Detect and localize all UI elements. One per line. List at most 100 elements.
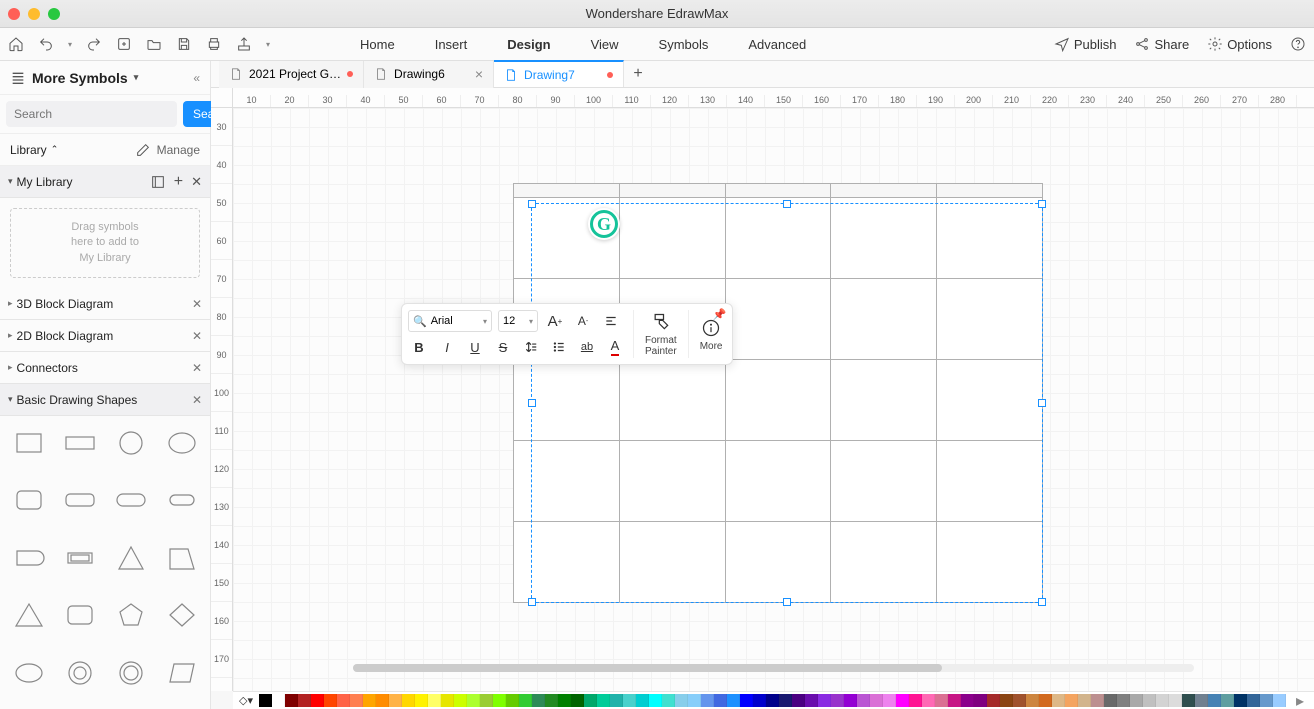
color-swatch[interactable] — [441, 694, 454, 707]
color-swatch[interactable] — [1247, 694, 1260, 707]
color-swatch[interactable] — [1078, 694, 1091, 707]
color-swatch[interactable] — [597, 694, 610, 707]
color-swatch[interactable] — [948, 694, 961, 707]
category-my-library[interactable]: My Library + ✕ — [0, 166, 210, 198]
save-icon[interactable] — [176, 36, 192, 52]
horizontal-scrollbar[interactable] — [353, 664, 1194, 672]
print-icon[interactable] — [206, 36, 222, 52]
options-button[interactable]: Options — [1207, 36, 1272, 52]
share-button[interactable]: Share — [1134, 36, 1189, 52]
color-swatch[interactable] — [1208, 694, 1221, 707]
add-icon[interactable]: + — [174, 173, 183, 191]
close-icon[interactable]: ✕ — [191, 174, 202, 190]
increase-font-icon[interactable]: A+ — [544, 310, 566, 332]
resize-handle-sw[interactable] — [528, 598, 536, 606]
category-3d-block-diagram[interactable]: 3D Block Diagram✕ — [0, 288, 210, 320]
color-swatch[interactable] — [1260, 694, 1273, 707]
color-swatch[interactable] — [454, 694, 467, 707]
shape-6[interactable] — [108, 481, 153, 519]
color-swatch[interactable] — [1130, 694, 1143, 707]
category-2d-block-diagram[interactable]: 2D Block Diagram✕ — [0, 320, 210, 352]
new-tab-button[interactable]: + — [624, 65, 652, 83]
shape-0[interactable] — [6, 424, 51, 462]
color-swatch[interactable] — [857, 694, 870, 707]
close-icon[interactable]: ✕ — [192, 393, 202, 407]
color-swatch[interactable] — [909, 694, 922, 707]
color-swatch[interactable] — [1065, 694, 1078, 707]
color-swatch[interactable] — [1169, 694, 1182, 707]
shape-18[interactable] — [108, 654, 153, 692]
shape-2[interactable] — [108, 424, 153, 462]
color-swatch[interactable] — [753, 694, 766, 707]
menu-view[interactable]: View — [591, 37, 619, 52]
close-tab-icon[interactable]: × — [475, 66, 483, 82]
text-case-icon[interactable]: ab — [576, 336, 598, 358]
undo-dropdown-icon[interactable]: ▾ — [68, 40, 72, 49]
decrease-font-icon[interactable]: A- — [572, 310, 594, 332]
color-swatch[interactable] — [558, 694, 571, 707]
format-painter-button[interactable]: Format Painter — [637, 308, 685, 360]
underline-icon[interactable]: U — [464, 336, 486, 358]
color-swatch[interactable] — [675, 694, 688, 707]
color-swatch[interactable] — [428, 694, 441, 707]
color-swatch[interactable] — [272, 694, 285, 707]
export-dropdown-icon[interactable]: ▾ — [266, 40, 270, 49]
color-swatch[interactable] — [1234, 694, 1247, 707]
tab-drawing7[interactable]: Drawing7 — [494, 60, 624, 87]
color-swatch[interactable] — [766, 694, 779, 707]
color-swatch[interactable] — [831, 694, 844, 707]
color-swatch[interactable] — [298, 694, 311, 707]
color-swatch[interactable] — [337, 694, 350, 707]
tab-drawing6[interactable]: Drawing6× — [364, 61, 494, 88]
menu-design[interactable]: Design — [507, 37, 550, 52]
color-swatch[interactable] — [1104, 694, 1117, 707]
scrollbar-thumb[interactable] — [353, 664, 942, 672]
resize-handle-nw[interactable] — [528, 200, 536, 208]
color-swatch[interactable] — [662, 694, 675, 707]
color-swatch[interactable] — [1013, 694, 1026, 707]
shape-8[interactable] — [6, 539, 51, 577]
color-swatch[interactable] — [740, 694, 753, 707]
shape-16[interactable] — [6, 654, 51, 692]
shape-11[interactable] — [159, 539, 204, 577]
color-swatch[interactable] — [1221, 694, 1234, 707]
color-swatch[interactable] — [1117, 694, 1130, 707]
shape-7[interactable] — [159, 481, 204, 519]
more-colors-icon[interactable]: ▸ — [1290, 691, 1310, 709]
color-swatch[interactable] — [896, 694, 909, 707]
color-swatch[interactable] — [935, 694, 948, 707]
color-swatch[interactable] — [467, 694, 480, 707]
menu-symbols[interactable]: Symbols — [659, 37, 709, 52]
color-swatch[interactable] — [727, 694, 740, 707]
new-icon[interactable] — [116, 36, 132, 52]
color-swatch[interactable] — [1026, 694, 1039, 707]
font-select[interactable]: 🔍 Arial ▾ — [408, 310, 492, 332]
menu-home[interactable]: Home — [360, 37, 395, 52]
shape-17[interactable] — [57, 654, 102, 692]
color-swatch[interactable] — [961, 694, 974, 707]
color-swatch[interactable] — [987, 694, 1000, 707]
close-icon[interactable]: ✕ — [192, 297, 202, 311]
fill-bucket-icon[interactable]: ◇▾ — [237, 694, 255, 708]
category-connectors[interactable]: Connectors✕ — [0, 352, 210, 384]
color-swatch[interactable] — [415, 694, 428, 707]
collapse-sidebar-icon[interactable]: « — [193, 71, 200, 85]
grammarly-icon[interactable] — [588, 208, 620, 240]
resize-handle-se[interactable] — [1038, 598, 1046, 606]
color-swatch[interactable] — [623, 694, 636, 707]
color-swatch[interactable] — [1039, 694, 1052, 707]
search-input[interactable] — [6, 101, 177, 127]
manage-button[interactable]: Manage — [135, 142, 200, 158]
color-swatch[interactable] — [1182, 694, 1195, 707]
color-swatch[interactable] — [610, 694, 623, 707]
line-spacing-icon[interactable] — [520, 336, 542, 358]
close-icon[interactable]: ✕ — [192, 329, 202, 343]
color-swatch[interactable] — [493, 694, 506, 707]
color-swatch[interactable] — [1273, 694, 1286, 707]
close-icon[interactable]: ✕ — [192, 361, 202, 375]
color-swatch[interactable] — [792, 694, 805, 707]
color-swatch[interactable] — [1091, 694, 1104, 707]
color-swatch[interactable] — [844, 694, 857, 707]
home-icon[interactable] — [8, 36, 24, 52]
color-swatch[interactable] — [545, 694, 558, 707]
